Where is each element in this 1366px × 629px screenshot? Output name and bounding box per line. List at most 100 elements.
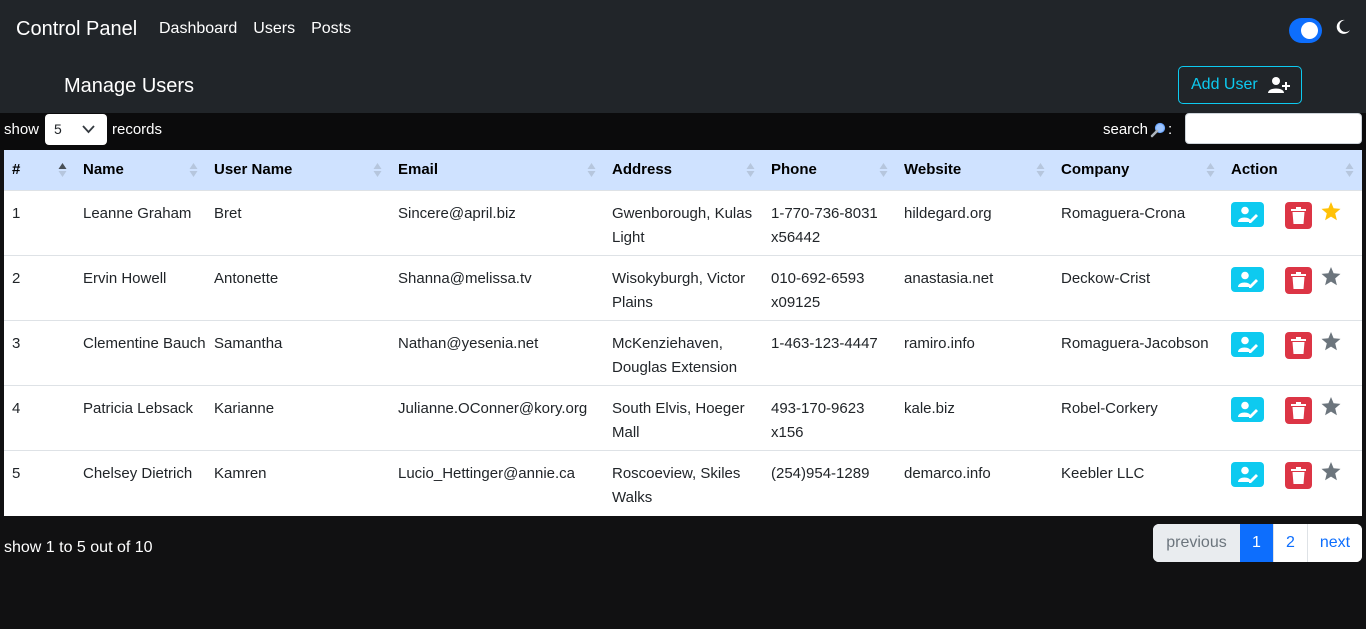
records-label: records [112, 121, 163, 138]
column-header-action[interactable]: Action [1223, 150, 1362, 190]
star-icon[interactable] [1321, 201, 1341, 221]
cell-website: kale.biz [904, 399, 955, 417]
table-header-row: # Name User Name Email Address Phone Web… [4, 150, 1362, 190]
table-row: 3 Clementine Bauch Samantha Nathan@yesenia.… [4, 320, 1362, 385]
cell-address: Wisokyburgh, Victor Plains [612, 269, 746, 311]
cell-email: Julianne.OConner@kory.org [398, 399, 588, 417]
delete-user-button[interactable] [1285, 331, 1312, 359]
column-header-website[interactable]: Website [896, 150, 1053, 190]
sort-icon [1345, 163, 1354, 177]
column-header-label: # [12, 161, 21, 179]
page-size-select[interactable]: 5 [45, 114, 107, 145]
cell-phone: 1-463-123-4447 [771, 334, 878, 352]
search-colon: : [1168, 121, 1173, 138]
cell-id: 2 [12, 269, 21, 287]
sort-icon [879, 163, 888, 177]
cell-company: Romaguera-Crona [1061, 204, 1186, 222]
cell-username: Kamren [214, 464, 267, 482]
nav-links: Dashboard Users Posts [159, 20, 351, 38]
user-edit-icon [1238, 336, 1258, 353]
cell-name: Leanne Graham [83, 204, 192, 222]
page-title: Manage Users [64, 75, 195, 97]
cell-email: Shanna@melissa.tv [398, 269, 532, 287]
column-header-label: Phone [771, 161, 817, 179]
star-icon[interactable] [1321, 331, 1341, 351]
star-icon[interactable] [1321, 266, 1341, 286]
cell-email: Nathan@yesenia.net [398, 334, 539, 352]
brand[interactable]: Control Panel [16, 18, 137, 41]
page-size-value: 5 [54, 121, 62, 137]
add-user-button[interactable]: Add User [1178, 66, 1302, 104]
cell-website: anastasia.net [904, 269, 994, 287]
star-icon[interactable] [1321, 461, 1341, 481]
cell-username: Samantha [214, 334, 283, 352]
moon-icon[interactable] [1334, 18, 1352, 36]
edit-user-button[interactable] [1231, 396, 1264, 422]
cell-name: Chelsey Dietrich [83, 464, 193, 482]
table-row: 5 Chelsey Dietrich Kamren Lucio_Hettinger@a… [4, 450, 1362, 515]
cell-id: 4 [12, 399, 21, 417]
chevron-down-icon [82, 125, 95, 134]
pagination-page-2[interactable]: 2 [1273, 524, 1307, 562]
star-icon[interactable] [1321, 396, 1341, 416]
column-header-company[interactable]: Company [1053, 150, 1223, 190]
cell-address: Roscoeview, Skiles Walks [612, 464, 741, 506]
column-header-phone[interactable]: Phone [763, 150, 896, 190]
nav-link-dashboard[interactable]: Dashboard [159, 20, 237, 38]
sort-asc-icon [58, 163, 67, 177]
users-table: # Name User Name Email Address Phone Web… [4, 150, 1362, 515]
delete-user-button[interactable] [1285, 461, 1312, 489]
column-header-label: Name [83, 161, 124, 179]
edit-user-button[interactable] [1231, 201, 1264, 227]
theme-toggle[interactable] [1289, 18, 1322, 43]
cell-username: Bret [214, 204, 242, 222]
nav-link-users[interactable]: Users [253, 20, 295, 38]
show-label: show [4, 121, 40, 138]
column-header-label: Action [1231, 161, 1278, 179]
column-header-label: Email [398, 161, 439, 179]
cell-website: ramiro.info [904, 334, 975, 352]
search-label: search : [1103, 121, 1172, 138]
delete-user-button[interactable] [1285, 396, 1312, 424]
column-header-address[interactable]: Address [604, 150, 763, 190]
column-header-label: User Name [214, 161, 293, 179]
user-edit-icon [1238, 271, 1258, 288]
cell-name: Clementine Bauch [83, 334, 206, 352]
cell-username: Antonette [214, 269, 279, 287]
sort-icon [189, 163, 198, 177]
edit-user-button[interactable] [1231, 266, 1264, 292]
delete-user-button[interactable] [1285, 201, 1312, 229]
records-summary: show 1 to 5 out of 10 [4, 539, 153, 556]
cell-phone: 1-770-736-8031 x56442 [771, 204, 878, 246]
search-input[interactable] [1185, 113, 1362, 144]
column-header-label: Website [904, 161, 962, 179]
trash-icon [1291, 271, 1306, 289]
cell-action [1223, 385, 1362, 450]
trash-icon [1291, 206, 1306, 224]
delete-user-button[interactable] [1285, 266, 1312, 294]
pagination-page-1[interactable]: 1 [1240, 524, 1273, 562]
cell-username: Karianne [214, 399, 275, 417]
pagination-previous[interactable]: previous [1153, 524, 1240, 562]
sort-icon [1206, 163, 1215, 177]
edit-user-button[interactable] [1231, 461, 1264, 487]
page: Control Panel Dashboard Users Posts Mana… [0, 0, 1366, 629]
column-header-id[interactable]: # [4, 150, 75, 190]
cell-phone: 493-170-9623 x156 [771, 399, 865, 441]
pagination-next[interactable]: next [1307, 524, 1362, 562]
search-icon [1150, 122, 1166, 137]
column-header-username[interactable]: User Name [206, 150, 390, 190]
column-header-name[interactable]: Name [75, 150, 206, 190]
cell-address: Gwenborough, Kulas Light [612, 204, 753, 246]
table-row: 2 Ervin Howell Antonette Shanna@melissa.tv W… [4, 255, 1362, 320]
cell-id: 3 [12, 334, 21, 352]
cell-website: demarco.info [904, 464, 991, 482]
user-edit-icon [1238, 401, 1258, 418]
cell-website: hildegard.org [904, 204, 992, 222]
column-header-email[interactable]: Email [390, 150, 604, 190]
user-plus-icon [1267, 77, 1290, 93]
table-row: 4 Patricia Lebsack Karianne Julianne.OConne… [4, 385, 1362, 450]
nav-link-posts[interactable]: Posts [311, 20, 351, 38]
cell-action [1223, 450, 1362, 515]
edit-user-button[interactable] [1231, 331, 1264, 357]
